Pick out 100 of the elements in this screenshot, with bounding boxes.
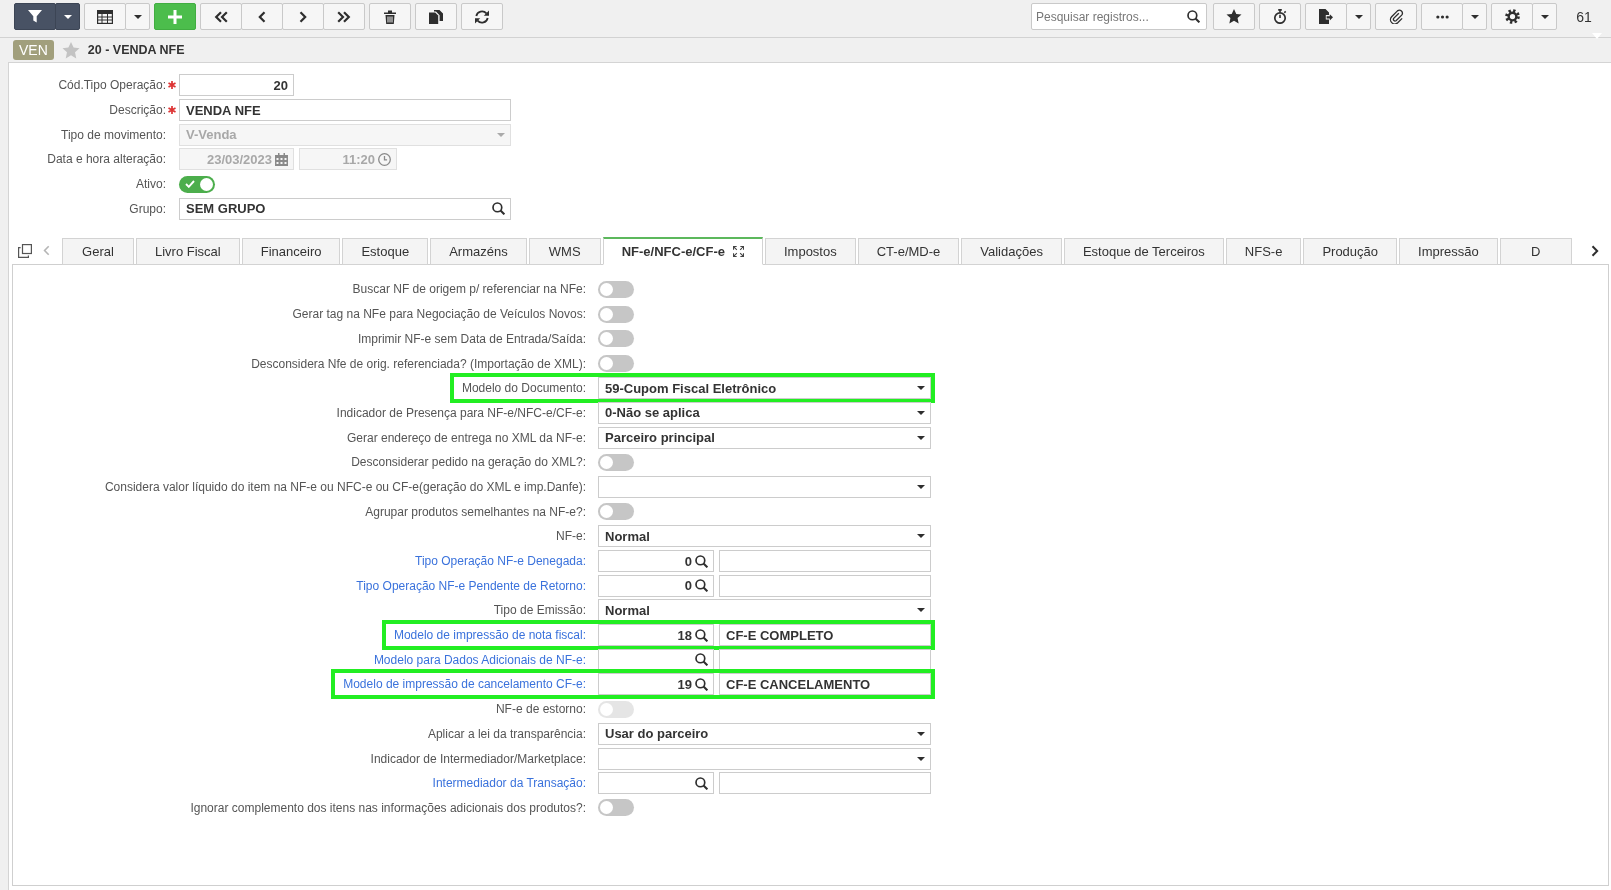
text-field[interactable]: VENDA NFE bbox=[179, 99, 511, 122]
number-field[interactable]: 20 bbox=[179, 74, 294, 97]
attach-button[interactable] bbox=[1375, 3, 1417, 30]
field-label: Descrição: bbox=[108, 103, 166, 118]
select-field[interactable]: 59-Cupom Fiscal Eletrônico bbox=[598, 377, 931, 400]
field-link[interactable]: Modelo para Dados Adicionais de NF-e: bbox=[373, 652, 586, 667]
field-link[interactable]: Tipo Operação NF-e Denegada: bbox=[415, 554, 586, 569]
tab[interactable]: Geral bbox=[62, 238, 134, 266]
tab[interactable]: Livro Fiscal bbox=[136, 238, 240, 266]
record-title: 20 - VENDA NFE bbox=[87, 43, 185, 57]
field-label: Desconsiderar pedido na geração do XML?: bbox=[351, 455, 586, 470]
table-view-button[interactable] bbox=[84, 3, 126, 30]
search-icon bbox=[1187, 10, 1200, 23]
tab[interactable]: Impressão bbox=[1399, 238, 1498, 266]
toggle-switch[interactable] bbox=[598, 280, 634, 298]
paperclip-icon bbox=[1388, 9, 1404, 24]
code-field[interactable] bbox=[598, 772, 714, 795]
select-field[interactable]: Normal bbox=[598, 525, 931, 548]
field-link[interactable]: Intermediador da Transação: bbox=[432, 776, 586, 791]
double-chevron-right-icon bbox=[337, 10, 351, 23]
copy-icon[interactable] bbox=[18, 243, 32, 258]
field-label: Desconsidera Nfe de orig. referenciada? (Importação de XML): bbox=[251, 356, 586, 371]
toggle-switch[interactable] bbox=[598, 355, 634, 373]
description-field[interactable] bbox=[719, 550, 931, 573]
tab[interactable]: Estoque de Terceiros bbox=[1063, 238, 1224, 266]
field-link[interactable]: Tipo Operação NF-e Pendente de Retorno: bbox=[356, 578, 586, 593]
settings-button[interactable] bbox=[1491, 3, 1533, 30]
field-link[interactable]: Modelo de impressão de nota fiscal: bbox=[393, 628, 586, 643]
plus-icon bbox=[168, 9, 182, 24]
field-label: Tipo de movimento: bbox=[60, 127, 166, 142]
settings-icon bbox=[1504, 9, 1520, 24]
caret-down-icon bbox=[917, 484, 925, 489]
code-field[interactable] bbox=[598, 648, 714, 671]
description-field[interactable] bbox=[719, 772, 931, 795]
filter-button[interactable] bbox=[14, 3, 56, 30]
select-field[interactable] bbox=[598, 475, 931, 498]
expand-icon bbox=[732, 246, 744, 258]
tab[interactable]: Validações bbox=[961, 238, 1062, 266]
chevron-right-icon[interactable] bbox=[1591, 244, 1599, 257]
toggle-switch[interactable] bbox=[598, 305, 634, 323]
search-icon bbox=[695, 653, 708, 667]
tab[interactable]: Financeiro bbox=[241, 238, 341, 266]
code-field[interactable]: 0 bbox=[598, 574, 714, 597]
tab[interactable]: WMS bbox=[528, 238, 601, 266]
description-field[interactable] bbox=[719, 648, 931, 671]
tab[interactable]: Produção bbox=[1303, 238, 1398, 266]
clock-icon bbox=[378, 152, 391, 166]
previous-record-button[interactable] bbox=[241, 3, 283, 30]
caret-down-icon bbox=[917, 410, 925, 415]
tab[interactable]: NF-e/NFC-e/CF-e bbox=[602, 237, 763, 266]
favorites-button[interactable] bbox=[1213, 3, 1255, 30]
field-label: Grupo: bbox=[128, 201, 166, 216]
dropdown-button[interactable] bbox=[55, 3, 80, 30]
select-field[interactable]: Normal bbox=[598, 599, 931, 622]
search-field[interactable]: Pesquisar registros... bbox=[1031, 3, 1207, 30]
last-record-button[interactable] bbox=[323, 3, 365, 30]
stopwatch-icon bbox=[1273, 9, 1287, 24]
select-field[interactable] bbox=[598, 747, 931, 770]
timer-button[interactable] bbox=[1259, 3, 1301, 30]
description-field[interactable] bbox=[719, 574, 931, 597]
toggle-switch[interactable] bbox=[179, 175, 215, 193]
toggle-switch[interactable] bbox=[598, 503, 634, 521]
toggle-switch[interactable] bbox=[598, 453, 634, 471]
chevron-left-icon[interactable] bbox=[43, 245, 50, 257]
export-button[interactable] bbox=[1305, 3, 1347, 30]
code-field[interactable]: 19 bbox=[598, 673, 714, 696]
description-field[interactable]: CF-E COMPLETO bbox=[719, 624, 931, 647]
first-record-button[interactable] bbox=[200, 3, 242, 30]
field-link[interactable]: Modelo de impressão de cancelamento CF-e: bbox=[343, 677, 586, 692]
code-field[interactable]: 18 bbox=[598, 624, 714, 647]
check-icon bbox=[185, 180, 195, 189]
calendar-icon bbox=[275, 152, 288, 166]
table-icon bbox=[97, 9, 113, 24]
toggle-switch[interactable] bbox=[598, 799, 634, 817]
select-field[interactable]: Parceiro principal bbox=[598, 426, 931, 449]
field-label: Gerar endereço de entrega no XML da NF-e: bbox=[346, 430, 586, 445]
tab[interactable]: D bbox=[1499, 238, 1572, 266]
field-label: Aplicar a lei da transparência: bbox=[427, 726, 586, 741]
select-field[interactable]: Usar do parceiro bbox=[598, 722, 931, 745]
tab[interactable]: Armazéns bbox=[430, 238, 527, 266]
refresh-button[interactable] bbox=[461, 3, 503, 30]
toggle-switch[interactable] bbox=[598, 330, 634, 348]
caret-down-icon bbox=[917, 386, 925, 391]
tab[interactable]: NFS-e bbox=[1225, 238, 1302, 266]
tab[interactable]: Impostos bbox=[764, 238, 856, 266]
delete-button[interactable] bbox=[369, 3, 411, 30]
next-record-button[interactable] bbox=[282, 3, 324, 30]
duplicate-button[interactable] bbox=[415, 3, 457, 30]
caret-down-icon bbox=[1470, 14, 1479, 19]
lookup-field[interactable]: SEM GRUPO bbox=[179, 197, 511, 220]
favorite-star-icon[interactable] bbox=[61, 41, 80, 59]
select-field[interactable]: 0-Não se aplica bbox=[598, 401, 931, 424]
tab[interactable]: Estoque bbox=[342, 238, 429, 266]
description-field[interactable]: CF-E CANCELAMENTO bbox=[719, 673, 931, 696]
field-label: NF-e de estorno: bbox=[495, 702, 586, 717]
document-arrow-icon bbox=[1319, 9, 1333, 24]
filter-icon bbox=[28, 10, 42, 23]
tab[interactable]: CT-e/MD-e bbox=[857, 238, 960, 266]
field-label: Ativo: bbox=[135, 177, 166, 192]
code-field[interactable]: 0 bbox=[598, 550, 714, 573]
